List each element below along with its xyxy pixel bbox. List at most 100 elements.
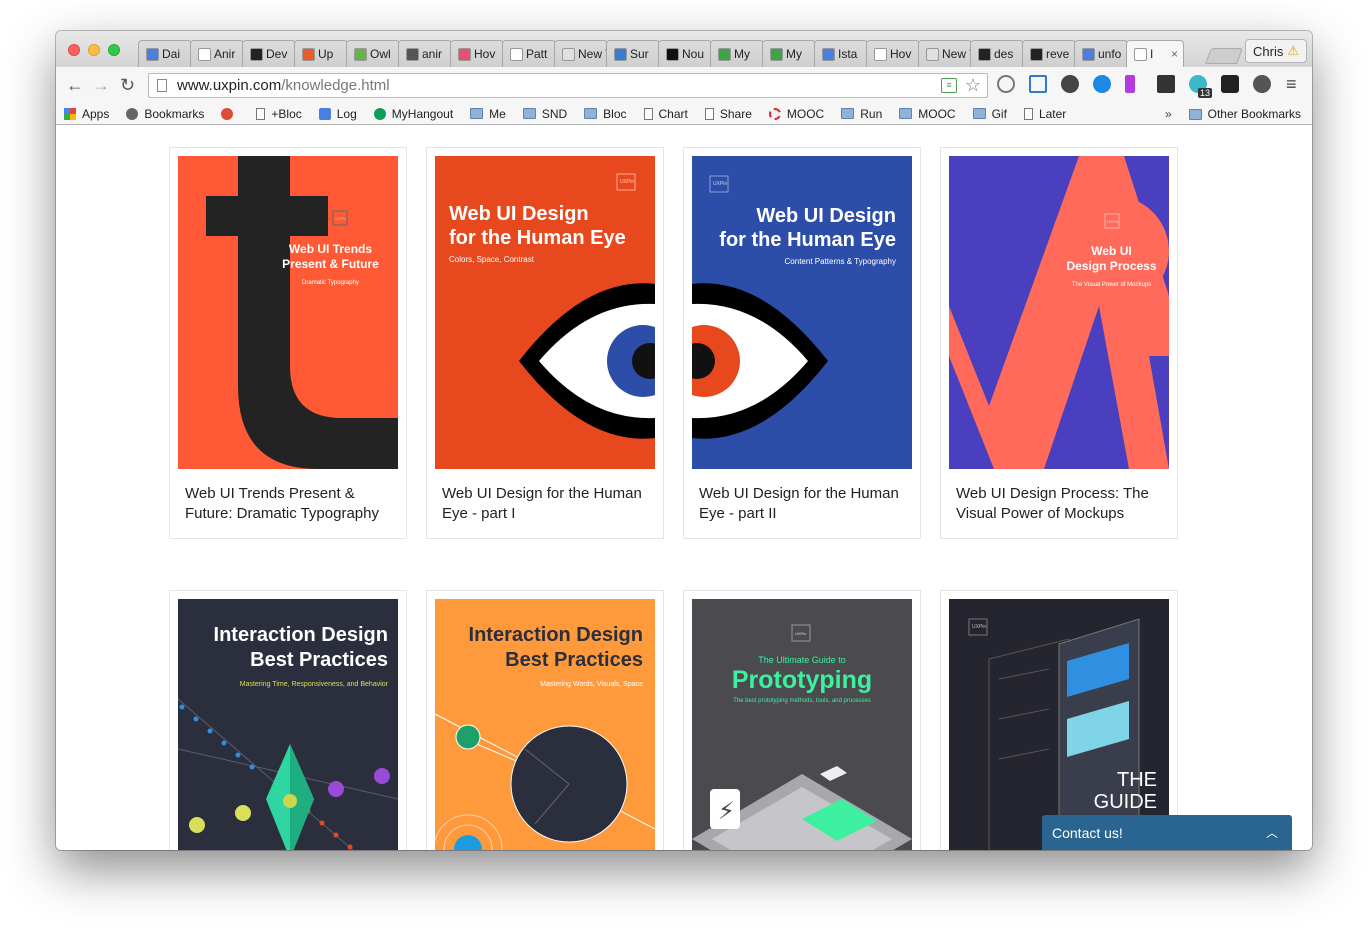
tab-label: Owl [370,47,391,61]
bookmark-item[interactable]: Bloc [584,107,627,121]
bookmark-item[interactable]: Bookmarks [126,107,204,121]
browser-tab[interactable]: Ista [814,40,868,67]
bookmark-item[interactable] [221,107,239,120]
bookmark-item[interactable]: +Bloc [256,107,302,121]
other-bookmarks-button[interactable]: Other Bookmarks [1188,107,1301,121]
browser-tab[interactable]: New Ta [918,40,972,67]
browser-tab[interactable]: anir [398,40,452,67]
bookmark-item[interactable]: SND [522,107,567,121]
browser-tab[interactable]: Patt [502,40,556,67]
cover-brand: UXPin [972,624,987,630]
tab-close-icon[interactable]: × [1171,47,1178,61]
bookmark-item[interactable]: Run [841,107,882,121]
bookmark-list: Apps Bookmarks +Bloc Log MyHangout Me SND Bloc C… [56,107,1083,121]
music-note-icon[interactable] [1125,75,1135,93]
extension-icon-4[interactable] [1093,75,1111,93]
rss-icon[interactable]: ≡ [941,78,957,93]
browser-tab[interactable]: reve [1022,40,1076,67]
tab-label: Up [318,47,334,61]
bookmarks-overflow-button[interactable]: » [1165,107,1172,121]
ebook-card[interactable]: ⚡ The Ultimate Guide to Prototyping The … [683,590,921,850]
browser-toolbar: ← → ↻ www.uxpin.com/knowledge.html ≡ ☆ 1… [56,67,1312,103]
tab-favicon-icon [666,47,679,61]
cover-title: Web UI Design Process The Visual Power o… [1059,244,1164,293]
browser-tab[interactable]: I × [1126,40,1184,67]
browser-tab[interactable]: Hov [450,40,504,67]
ebook-card[interactable]: Web UI Design for the Human Eye Content … [683,147,921,539]
browser-tab[interactable]: My [762,40,816,67]
window-maximize-button[interactable] [108,44,120,56]
browser-tab[interactable]: Nou [658,40,712,67]
tab-label: Hov [474,47,496,61]
layers-icon[interactable] [1157,75,1175,93]
window-minimize-button[interactable] [88,44,100,56]
folder-icon [1188,108,1202,120]
ebook-cover[interactable]: THE GUIDE TO UXPin [949,599,1169,850]
ebook-card[interactable]: THE GUIDE TO UXPin [940,590,1178,850]
cover-subtitle: Colors, Space, Contrast [449,255,534,264]
tab-favicon-icon [978,47,991,61]
extension-icon-9[interactable] [1253,75,1271,93]
browser-tab[interactable]: unfo [1074,40,1128,67]
ebook-cover[interactable]: Web UI Design for the Human Eye Colors, … [435,156,655,469]
extension-icon-2[interactable] [1029,75,1047,93]
bookmark-star-icon[interactable]: ☆ [965,75,981,96]
url-text[interactable]: www.uxpin.com/knowledge.html [177,77,390,94]
browser-tab[interactable]: Owl [346,40,400,67]
ebook-cover[interactable]: Interaction Design Best Practices Master… [435,599,655,850]
bookmark-item[interactable]: Gif [972,107,1007,121]
browser-tab[interactable]: New Ta [554,40,608,67]
cover-title-line: GUIDE [1093,791,1157,813]
tab-label: Dai [162,47,181,61]
extension-icon-1[interactable] [997,75,1015,93]
reload-button[interactable]: ↻ [120,74,135,96]
back-button[interactable]: ← [66,74,84,96]
address-bar[interactable]: www.uxpin.com/knowledge.html ≡ ☆ [148,73,988,98]
ebook-card[interactable]: Web UI Design for the Human Eye Colors, … [426,147,664,539]
ebook-cover[interactable]: Web UI Design Process The Visual Power o… [949,156,1169,469]
tab-label: unfo [1098,47,1122,61]
tab-favicon-icon [926,47,939,61]
ebook-card[interactable]: Interaction Design Best Practices Master… [426,590,664,850]
ebook-card[interactable]: Web UI Design Process The Visual Power o… [940,147,1178,539]
gear-icon[interactable] [1061,75,1079,93]
bookmark-item[interactable]: MOOC [768,107,824,121]
contact-us-widget[interactable]: Contact us! ︿ [1042,815,1292,850]
browser-tab[interactable]: My [710,40,764,67]
cover-title-line: Best Practices [250,649,388,671]
chevron-up-icon[interactable]: ︿ [1266,824,1278,841]
bookmark-item[interactable]: Share [704,107,752,121]
menu-icon[interactable]: ≡ [1286,75,1297,93]
extension-badge: 13 [1198,88,1213,98]
ebook-cover[interactable]: ⚡ The Ultimate Guide to Prototyping The … [692,599,912,850]
ebook-card[interactable]: Interaction Design Best Practices Master… [169,590,407,850]
bookmark-item[interactable]: MyHangout [373,107,453,121]
bookmark-item[interactable]: Log [318,107,357,121]
browser-tab[interactable]: Anir [190,40,244,67]
ebook-title[interactable]: Web UI Design Process: The Visual Power … [956,484,1166,524]
ebook-title[interactable]: Web UI Trends Present & Future: Dramatic… [185,484,395,524]
browser-tab[interactable]: Dai [138,40,192,67]
ebook-cover[interactable]: Web UI Design for the Human Eye Content … [692,156,912,469]
forward-button[interactable]: → [92,74,110,96]
ebook-cover[interactable]: Web UI Trends Present & Future Dramatic … [178,156,398,469]
bookmark-item[interactable]: Later [1023,107,1066,121]
new-tab-button[interactable] [1205,48,1243,64]
browser-tab[interactable]: Up [294,40,348,67]
bookmark-item[interactable]: Chart [643,107,688,121]
ebook-cover[interactable]: Interaction Design Best Practices Master… [178,599,398,850]
bookmark-item[interactable]: MOOC [899,107,956,121]
bookmark-item[interactable]: Apps [64,107,109,121]
profile-button[interactable]: Chris ⚠ [1245,39,1307,63]
window-close-button[interactable] [68,44,80,56]
amazon-icon[interactable] [1221,75,1239,93]
browser-tab[interactable]: Hov [866,40,920,67]
ebook-title[interactable]: Web UI Design for the Human Eye - part I… [699,484,909,524]
bookmark-item[interactable]: Me [470,107,506,121]
ebook-card[interactable]: Web UI Trends Present & Future Dramatic … [169,147,407,539]
tab-list: Dai Anir Dev Up Owl anir Hov Patt New Ta Sur Nou My… [138,40,1184,67]
browser-tab[interactable]: Sur [606,40,660,67]
ebook-title[interactable]: Web UI Design for the Human Eye - part I [442,484,652,524]
browser-tab[interactable]: des [970,40,1024,67]
browser-tab[interactable]: Dev [242,40,296,67]
